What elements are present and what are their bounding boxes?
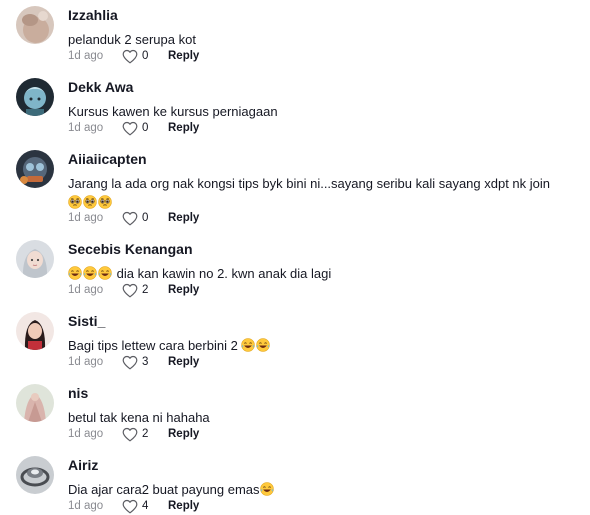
comment-time: 1d ago xyxy=(68,50,104,62)
avatar[interactable] xyxy=(16,384,54,422)
comment-username[interactable]: Airiz xyxy=(68,457,98,473)
comment-username[interactable]: Izzahlia xyxy=(68,7,118,23)
avatar[interactable] xyxy=(16,78,54,116)
comment-item: Airiz Dia ajar cara2 buat payung emas 1d… xyxy=(0,450,590,514)
like-button[interactable]: 0 xyxy=(122,49,152,65)
heart-outline-icon xyxy=(122,427,138,442)
comment-text-body: Dia ajar cara2 buat payung emas xyxy=(68,482,260,497)
like-count: 0 xyxy=(142,50,149,62)
comment-text: Dia ajar cara2 buat payung emas xyxy=(68,480,275,499)
heart-outline-icon xyxy=(122,211,138,226)
comment-item: nis betul tak kena ni hahaha 1d ago 2 Re… xyxy=(0,378,590,450)
face-with-tears-of-joy-icon xyxy=(68,266,82,280)
reply-button[interactable]: Reply xyxy=(168,212,199,224)
comment-username[interactable]: Sisti_ xyxy=(68,313,105,329)
like-count: 2 xyxy=(142,428,149,440)
comment-text: Kursus kawen ke kursus perniagaan xyxy=(68,102,278,121)
comment-text-body: Jarang la ada org nak kongsi tips byk bi… xyxy=(68,176,551,191)
comment-text-body: betul tak kena ni hahaha xyxy=(68,410,210,425)
pleading-face-icon xyxy=(98,195,112,209)
face-with-tears-of-joy-icon xyxy=(260,482,274,496)
comment-text-body: dia kan kawin no 2. kwn anak dia lagi xyxy=(116,266,332,281)
like-count: 4 xyxy=(142,500,149,512)
comment-text-body: Kursus kawen ke kursus perniagaan xyxy=(68,104,278,119)
heart-outline-icon xyxy=(122,49,138,64)
comment-time: 1d ago xyxy=(68,356,104,368)
avatar[interactable] xyxy=(16,240,54,278)
comment-emoji-suffix xyxy=(241,338,271,353)
comment-text-body: pelanduk 2 serupa kot xyxy=(68,32,196,47)
avatar[interactable] xyxy=(16,6,54,44)
pleading-face-icon xyxy=(68,195,82,209)
comment-username[interactable]: nis xyxy=(68,385,88,401)
comment-text: Bagi tips lettew cara berbini 2 xyxy=(68,336,271,355)
like-count: 2 xyxy=(142,284,149,296)
like-button[interactable]: 0 xyxy=(122,211,152,227)
heart-outline-icon xyxy=(122,121,138,136)
comment-text: Jarang la ada org nak kongsi tips byk bi… xyxy=(68,174,550,212)
heart-outline-icon xyxy=(122,283,138,298)
like-button[interactable]: 0 xyxy=(122,121,152,137)
comment-text-body: Bagi tips lettew cara berbini 2 xyxy=(68,338,238,353)
like-button[interactable]: 3 xyxy=(122,355,152,371)
pleading-face-icon xyxy=(83,195,97,209)
reply-button[interactable]: Reply xyxy=(168,500,199,512)
reply-button[interactable]: Reply xyxy=(168,428,199,440)
comment-time: 1d ago xyxy=(68,500,104,512)
comment-emoji-prefix xyxy=(68,266,113,281)
reply-button[interactable]: Reply xyxy=(168,122,199,134)
reply-button[interactable]: Reply xyxy=(168,284,199,296)
comment-time: 1d ago xyxy=(68,122,104,134)
like-button[interactable]: 2 xyxy=(122,427,152,443)
comment-emoji-line xyxy=(68,195,113,210)
heart-outline-icon xyxy=(122,499,138,514)
face-with-tears-of-joy-icon xyxy=(83,266,97,280)
comment-username[interactable]: Dekk Awa xyxy=(68,79,133,95)
comment-item: Dekk Awa Kursus kawen ke kursus perniaga… xyxy=(0,72,590,144)
avatar[interactable] xyxy=(16,312,54,350)
avatar[interactable] xyxy=(16,150,54,188)
avatar[interactable] xyxy=(16,456,54,494)
face-with-tears-of-joy-icon xyxy=(256,338,270,352)
like-count: 0 xyxy=(142,122,149,134)
comment-time: 1d ago xyxy=(68,284,104,296)
comment-text: pelanduk 2 serupa kot xyxy=(68,30,196,49)
comment-item: Izzahlia pelanduk 2 serupa kot 1d ago 0 … xyxy=(0,0,590,72)
comment-item: Aiiaiicapten Jarang la ada org nak kongs… xyxy=(0,144,590,234)
comment-text: dia kan kawin no 2. kwn anak dia lagi xyxy=(68,264,331,283)
comment-username[interactable]: Aiiaiicapten xyxy=(68,151,147,167)
comment-time: 1d ago xyxy=(68,428,104,440)
like-button[interactable]: 4 xyxy=(122,499,152,515)
comment-emoji-suffix xyxy=(260,482,275,497)
face-with-tears-of-joy-icon xyxy=(98,266,112,280)
reply-button[interactable]: Reply xyxy=(168,50,199,62)
reply-button[interactable]: Reply xyxy=(168,356,199,368)
like-button[interactable]: 2 xyxy=(122,283,152,299)
face-with-tears-of-joy-icon xyxy=(241,338,255,352)
comment-item: Sisti_ Bagi tips lettew cara berbini 2 1… xyxy=(0,306,590,378)
like-count: 0 xyxy=(142,212,149,224)
comment-item: Secebis Kenangan dia kan kawin no 2. kwn… xyxy=(0,234,590,306)
comment-username[interactable]: Secebis Kenangan xyxy=(68,241,193,257)
comment-time: 1d ago xyxy=(68,212,104,224)
comment-text: betul tak kena ni hahaha xyxy=(68,408,210,427)
like-count: 3 xyxy=(142,356,149,368)
heart-outline-icon xyxy=(122,355,138,370)
